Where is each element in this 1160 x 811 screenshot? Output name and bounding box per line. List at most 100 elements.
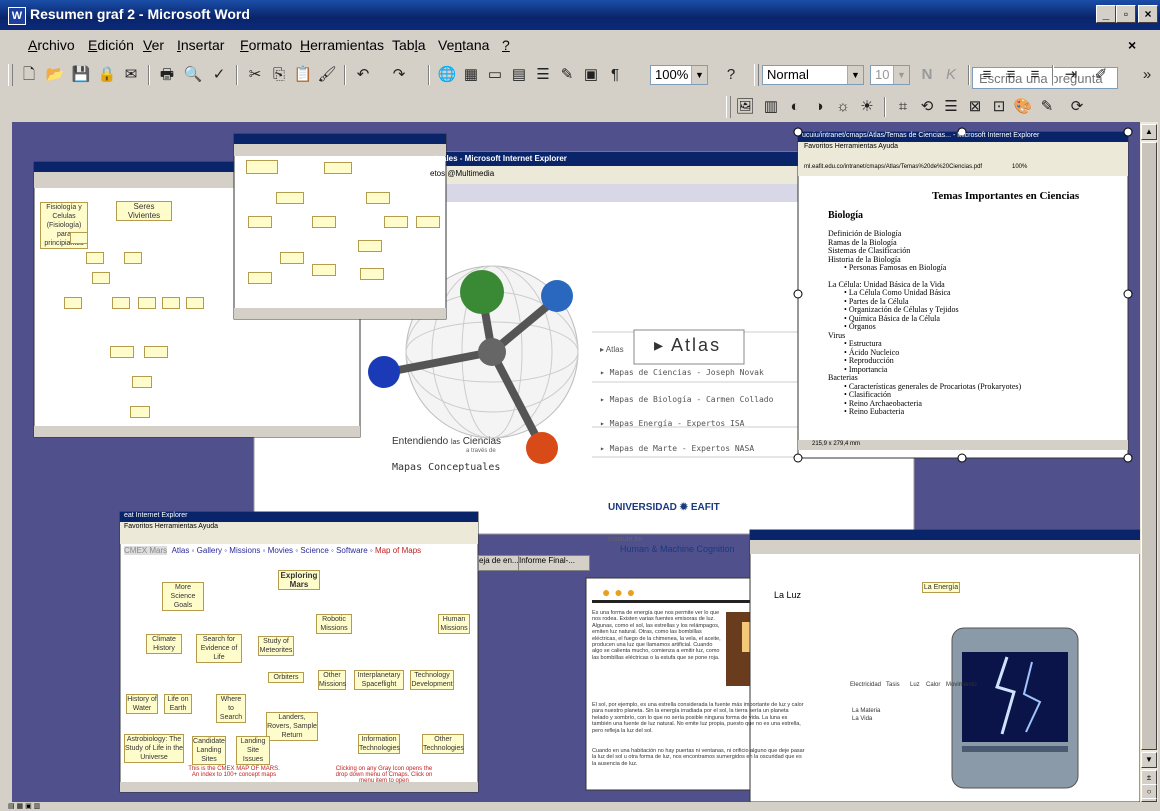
mars-node[interactable]: Robotic Missions [316, 614, 352, 634]
mars-node[interactable]: More Science Goals [162, 582, 204, 611]
atlas-link-biologia[interactable]: ▸ Mapas de Biología - Carmen Collado [600, 395, 773, 404]
document-map-icon[interactable]: ▣ [580, 64, 602, 86]
paste-icon[interactable]: 📋 [292, 64, 314, 86]
text-wrap-icon[interactable]: ⊡ [988, 96, 1010, 118]
mars-node[interactable]: Search for Evidence of Life [196, 634, 242, 663]
email-icon[interactable]: ✉ [120, 64, 142, 86]
scroll-down-icon[interactable]: ▼ [1141, 752, 1157, 768]
close-document-button[interactable]: × [1128, 37, 1136, 53]
zoom-combo[interactable]: 100% ▼ [650, 65, 708, 85]
less-brightness-icon[interactable]: ☀ [856, 96, 878, 118]
font-size-combo[interactable]: 10 ▼ [870, 65, 910, 85]
toolbar-options-icon[interactable]: » [1136, 64, 1158, 86]
print-icon[interactable]: 🖶 [156, 64, 178, 86]
toolbar-grip[interactable] [8, 64, 13, 86]
word-app-icon[interactable]: W [8, 7, 26, 25]
biologia-address[interactable]: ml.eafit.edu.co/intranet/cmaps/Atlas/Tem… [804, 164, 982, 170]
menu-ventana[interactable]: Ventana [438, 37, 489, 53]
atlas-title[interactable]: ▸ Atlas [654, 335, 721, 356]
format-picture-icon[interactable]: 🎨 [1012, 96, 1034, 118]
mars-menu[interactable]: Favoritos Herramientas Ayuda [124, 523, 218, 530]
indent-icon[interactable]: ⇥ [1060, 64, 1082, 86]
hyperlink-icon[interactable]: 🌐 [436, 64, 458, 86]
mars-node[interactable]: History of Water [126, 694, 158, 714]
mars-nav[interactable]: CMEX Mars Atlas ◦ Gallery ◦ Missions ◦ M… [124, 546, 421, 555]
minimize-button[interactable]: _ [1096, 5, 1116, 23]
menu-ver[interactable]: Ver [143, 37, 164, 53]
spelling-icon[interactable]: ✓ [208, 64, 230, 86]
align-right-icon[interactable]: ≡ [1024, 64, 1046, 86]
mars-node[interactable]: Landers, Rovers, Sample Return [266, 712, 318, 741]
atlas-link-ciencias[interactable]: ▸ Mapas de Ciencias - Joseph Novak [600, 368, 764, 377]
menu-insertar[interactable]: Insertar [177, 37, 224, 53]
open-folder-icon[interactable]: 📂 [44, 64, 66, 86]
atlas-link-marte[interactable]: ▸ Mapas de Marte - Expertos NASA [600, 444, 754, 453]
mars-node[interactable]: Candidate Landing Sites [192, 736, 226, 765]
mars-node[interactable]: Life on Earth [164, 694, 192, 714]
close-button[interactable]: × [1138, 5, 1158, 23]
italic-button[interactable]: K [940, 64, 962, 86]
more-brightness-icon[interactable]: ☼ [832, 96, 854, 118]
menu-herramientas[interactable]: Herramientas [300, 37, 384, 53]
rotate-icon[interactable]: ⟲ [916, 96, 938, 118]
maximize-button[interactable]: ▫ [1116, 5, 1136, 23]
columns-icon[interactable]: ☰ [532, 64, 554, 86]
less-contrast-icon[interactable]: ◑ [808, 96, 830, 118]
print-preview-icon[interactable]: 🔍 [182, 64, 204, 86]
menu-help[interactable]: ? [502, 37, 510, 53]
mars-node[interactable]: Other Missions [318, 670, 346, 690]
format-painter-icon[interactable]: 🖌 [316, 64, 338, 86]
mars-node[interactable]: Technology Development [410, 670, 454, 690]
menu-archivo[interactable]: Archivo [28, 37, 75, 53]
compress-icon[interactable]: ⊠ [964, 96, 986, 118]
biologia-menu[interactable]: Favoritos Herramientas Ayuda [804, 143, 898, 150]
taskbar-item-2[interactable]: Informe Final-... [518, 555, 590, 571]
line-style-icon[interactable]: ☰ [940, 96, 962, 118]
save-icon[interactable]: 💾 [70, 64, 92, 86]
energia-root-node[interactable]: La Energía [922, 582, 960, 593]
insert-picture-icon[interactable]: 🖼 [734, 96, 756, 118]
menu-formato[interactable]: Formato [240, 37, 292, 53]
reset-picture-icon[interactable]: ⟳ [1066, 96, 1088, 118]
atlas-link-energia[interactable]: ▸ Mapas Energía - Expertos ISA [600, 419, 745, 428]
help-icon[interactable]: ? [720, 64, 742, 86]
crop-icon[interactable]: ⌗ [892, 96, 914, 118]
mars-node[interactable]: Astrobiology: The Study of Life in the U… [124, 734, 184, 763]
document-area[interactable]: ctuales - Microsoft Internet Explorer et… [12, 122, 1140, 802]
menu-tabla[interactable]: Tabla [392, 37, 426, 53]
mars-node-root[interactable]: Exploring Mars [278, 570, 320, 590]
bold-button[interactable]: N [916, 64, 938, 86]
redo-icon[interactable]: ↷ [388, 64, 410, 86]
insert-table-icon[interactable]: ▭ [484, 64, 506, 86]
mars-node[interactable]: Landing Site Issues [236, 736, 270, 765]
atlas-link-atlas[interactable]: ▸ Atlas [600, 345, 624, 354]
vertical-scrollbar[interactable]: ▲ ▼ ± ○ [1140, 122, 1158, 802]
permission-icon[interactable]: 🔒 [96, 64, 118, 86]
new-document-icon[interactable]: 🗋 [18, 64, 40, 86]
color-icon[interactable]: ▥ [760, 96, 782, 118]
mars-node[interactable]: Information Technologies [358, 734, 400, 754]
insert-excel-icon[interactable]: ▤ [508, 64, 530, 86]
style-combo[interactable]: Normal ▼ [762, 65, 864, 85]
picture-toolbar-grip[interactable] [726, 96, 731, 118]
align-left-icon[interactable]: ≡ [976, 64, 998, 86]
mars-node[interactable]: Other Technologies [422, 734, 464, 754]
format-toolbar-grip[interactable] [754, 64, 759, 86]
tables-borders-icon[interactable]: ▦ [460, 64, 482, 86]
scroll-up-icon[interactable]: ▲ [1141, 124, 1157, 140]
set-transparent-icon[interactable]: ✎ [1036, 96, 1058, 118]
drawing-icon[interactable]: ✎ [556, 64, 578, 86]
scroll-thumb[interactable] [1141, 142, 1157, 750]
mars-node[interactable]: Orbiters [268, 672, 304, 683]
mars-node[interactable]: Interplanetary Spaceflight [354, 670, 404, 690]
mars-node[interactable]: Where to Search [216, 694, 246, 723]
highlight-icon[interactable]: ✐ [1090, 64, 1112, 86]
view-mode-icons[interactable]: ▤ ▦ ▣ ▥ [8, 802, 40, 810]
more-contrast-icon[interactable]: ◐ [784, 96, 806, 118]
mars-node[interactable]: Human Missions [438, 614, 470, 634]
mars-node[interactable]: Study of Meteorites [258, 636, 294, 656]
cut-icon[interactable]: ✂ [244, 64, 266, 86]
show-formatting-icon[interactable]: ¶ [604, 64, 626, 86]
mars-node[interactable]: Climate History [146, 634, 182, 654]
undo-icon[interactable]: ↶ [352, 64, 374, 86]
